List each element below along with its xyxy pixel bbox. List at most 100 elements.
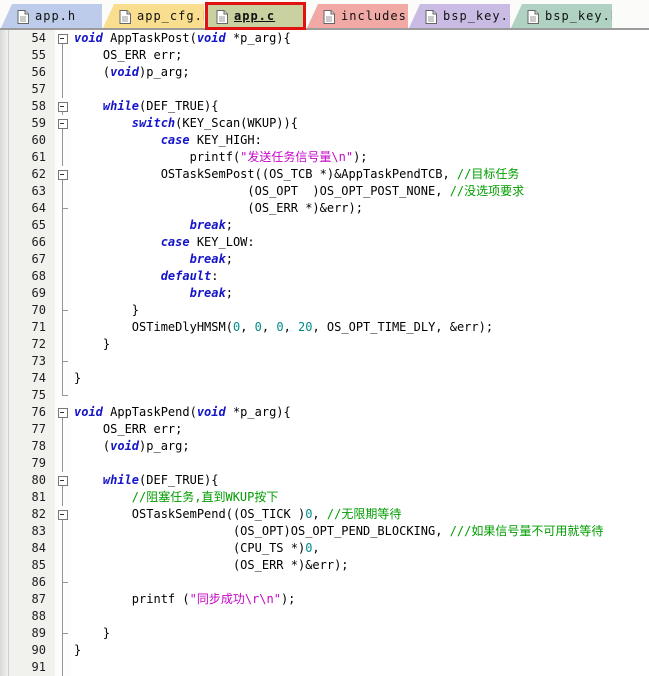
line-number: 70 (9, 302, 55, 319)
window-left-edge (0, 30, 9, 676)
code-text (71, 608, 649, 625)
document-icon (323, 9, 335, 23)
code-line: 57 (9, 81, 649, 98)
fold-margin (55, 659, 71, 676)
fold-margin (55, 455, 71, 472)
line-number: 90 (9, 642, 55, 659)
code-text: OSTaskSemPost((OS_TCB *)&AppTaskPendTCB,… (71, 166, 649, 183)
document-icon (425, 9, 437, 23)
line-number: 65 (9, 217, 55, 234)
tab-includes-h[interactable]: includes.h (307, 4, 408, 28)
line-number: 82 (9, 506, 55, 523)
fold-margin (55, 540, 71, 557)
tab-label: bsp_key.c (443, 9, 517, 23)
code-line: 82 OSTaskSemPend((OS_TICK )0, //无限期等待 (9, 506, 649, 523)
code-line: 91 (9, 659, 649, 676)
fold-margin (55, 98, 71, 115)
code-text: (OS_OPT )OS_OPT_POST_NONE, //没选项要求 (71, 183, 649, 200)
tab-bsp-key-h[interactable]: bsp_key.h (511, 4, 612, 28)
code-text: } (71, 370, 649, 387)
code-line: 61 printf("发送任务信号量\n"); (9, 149, 649, 166)
fold-margin (55, 353, 71, 370)
fold-margin (55, 319, 71, 336)
line-number: 77 (9, 421, 55, 438)
line-number: 85 (9, 557, 55, 574)
line-number: 68 (9, 268, 55, 285)
line-number: 88 (9, 608, 55, 625)
fold-margin (55, 30, 71, 47)
code-text: OS_ERR err; (71, 47, 649, 64)
line-number: 81 (9, 489, 55, 506)
fold-margin (55, 200, 71, 217)
fold-toggle[interactable] (58, 170, 68, 180)
line-number: 60 (9, 132, 55, 149)
fold-margin (55, 472, 71, 489)
fold-margin (55, 234, 71, 251)
code-text: while(DEF_TRUE){ (71, 98, 649, 115)
tab-label: bsp_key.h (545, 9, 619, 23)
line-number: 57 (9, 81, 55, 98)
code-text: printf ("同步成功\r\n"); (71, 591, 649, 608)
fold-margin (55, 625, 71, 642)
fold-margin (55, 81, 71, 98)
line-number: 61 (9, 149, 55, 166)
code-area[interactable]: 54void AppTaskPost(void *p_arg){55 OS_ER… (9, 30, 649, 676)
fold-margin (55, 438, 71, 455)
tab-app-cfg-h[interactable]: app_cfg.h (103, 4, 204, 28)
code-line: 67 break; (9, 251, 649, 268)
line-number: 59 (9, 115, 55, 132)
document-icon (527, 9, 539, 23)
code-text: (OS_ERR *)&err); (71, 200, 649, 217)
code-line: 81 //阻塞任务,直到WKUP按下 (9, 489, 649, 506)
code-text (71, 353, 649, 370)
line-number: 87 (9, 591, 55, 608)
code-editor[interactable]: 54void AppTaskPost(void *p_arg){55 OS_ER… (0, 30, 649, 676)
fold-toggle[interactable] (58, 476, 68, 486)
code-text: while(DEF_TRUE){ (71, 472, 649, 489)
fold-margin (55, 642, 71, 659)
code-text: printf("发送任务信号量\n"); (71, 149, 649, 166)
code-text (71, 574, 649, 591)
fold-toggle[interactable] (58, 102, 68, 112)
code-line: 80 while(DEF_TRUE){ (9, 472, 649, 489)
tab-app-c[interactable]: app.c (205, 2, 306, 30)
code-line: 84 (CPU_TS *)0, (9, 540, 649, 557)
tab-bar: app.happ_cfg.happ.cincludes.hbsp_key.cbs… (0, 0, 649, 30)
fold-margin (55, 523, 71, 540)
line-number: 72 (9, 336, 55, 353)
code-text: } (71, 642, 649, 659)
code-text: (OS_OPT)OS_OPT_PEND_BLOCKING, ///如果信号量不可… (71, 523, 649, 540)
line-number: 84 (9, 540, 55, 557)
tab-app-h[interactable]: app.h (1, 4, 102, 28)
code-line: 83 (OS_OPT)OS_OPT_PEND_BLOCKING, ///如果信号… (9, 523, 649, 540)
line-number: 71 (9, 319, 55, 336)
line-number: 91 (9, 659, 55, 676)
line-number: 79 (9, 455, 55, 472)
code-text: break; (71, 251, 649, 268)
code-text: (CPU_TS *)0, (71, 540, 649, 557)
code-text: (OS_ERR *)&err); (71, 557, 649, 574)
line-number: 89 (9, 625, 55, 642)
tab-label: includes.h (341, 9, 423, 23)
line-number: 66 (9, 234, 55, 251)
fold-margin (55, 115, 71, 132)
fold-toggle[interactable] (58, 408, 68, 418)
fold-toggle[interactable] (58, 119, 68, 129)
fold-toggle[interactable] (58, 34, 68, 44)
fold-margin (55, 506, 71, 523)
code-text: void AppTaskPend(void *p_arg){ (71, 404, 649, 421)
fold-margin (55, 183, 71, 200)
code-text (71, 455, 649, 472)
line-number: 63 (9, 183, 55, 200)
line-number: 64 (9, 200, 55, 217)
tab-bsp-key-c[interactable]: bsp_key.c (409, 4, 510, 28)
code-line: 76void AppTaskPend(void *p_arg){ (9, 404, 649, 421)
fold-toggle[interactable] (58, 510, 68, 520)
code-text: case KEY_LOW: (71, 234, 649, 251)
code-line: 58 while(DEF_TRUE){ (9, 98, 649, 115)
code-text: case KEY_HIGH: (71, 132, 649, 149)
fold-margin (55, 591, 71, 608)
code-text: //阻塞任务,直到WKUP按下 (71, 489, 649, 506)
code-line: 73 (9, 353, 649, 370)
line-number: 75 (9, 387, 55, 404)
